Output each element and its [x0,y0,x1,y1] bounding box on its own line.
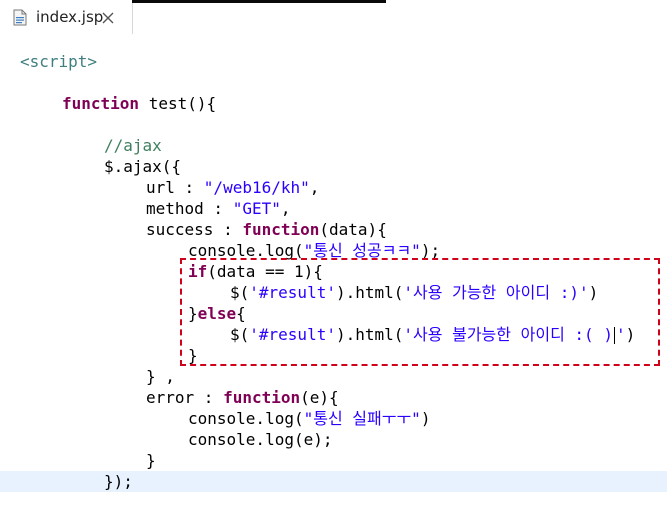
code-line: success : function(data){ [0,219,667,240]
code-text: error : [146,388,224,407]
string: "GET" [232,199,281,218]
comment: //ajax [104,136,162,155]
string: "/web16/kh" [203,178,310,197]
code-text: success : [146,220,243,239]
code-text: url : [146,178,204,197]
code-text: method : "GET", [146,198,291,219]
keyword: function [223,388,301,407]
highlight-annotation-box [180,258,660,366]
keyword: function [62,94,140,113]
code-line: console.log("통신 실패ㅜㅜ") [0,408,667,429]
code-line: $.ajax({ [0,156,667,177]
code-text: function test(){ [62,93,216,114]
keyword: function [242,220,320,239]
code-line: url : "/web16/kh", [0,177,667,198]
code-text: (data){ [319,220,387,239]
code-line: function test(){ [0,93,667,114]
code-text: } , [146,367,175,386]
code-line: //ajax [0,135,667,156]
code-line: } , [0,366,667,387]
code-text: success : function(data){ [146,219,387,240]
code-text: , [309,178,320,197]
code-text: method : [146,199,233,218]
code-text: test(){ [139,94,217,113]
code-text: $.ajax({ [104,157,182,176]
code-text: console.log("통신 실패ㅜㅜ") [188,408,430,429]
editor-tab-bar: index.jsp [0,0,667,34]
tab-divider [132,3,133,34]
code-line: error : function(e){ [0,387,667,408]
tab-label: index.jsp [36,8,104,26]
code-text: }); [104,472,133,491]
code-line: <script> [0,51,667,72]
script-tag: <script> [20,52,98,71]
code-line: } [0,450,667,471]
code-text: error : function(e){ [146,387,339,408]
tab-index-jsp[interactable]: index.jsp [0,0,132,34]
current-line: }); [0,471,667,492]
code-line: console.log(e); [0,429,667,450]
code-text: url : "/web16/kh", [146,177,319,198]
code-text: (e){ [300,388,339,407]
code-text: console.log( [188,409,304,428]
code-text: } [146,451,156,470]
code-text: , [280,199,291,218]
code-text: ) [420,409,431,428]
jsp-file-icon [13,9,27,26]
string: "통신 실패ㅜㅜ" [303,409,421,428]
code-line: method : "GET", [0,198,667,219]
close-icon[interactable] [101,10,115,24]
code-text: console.log(e); [188,430,333,449]
